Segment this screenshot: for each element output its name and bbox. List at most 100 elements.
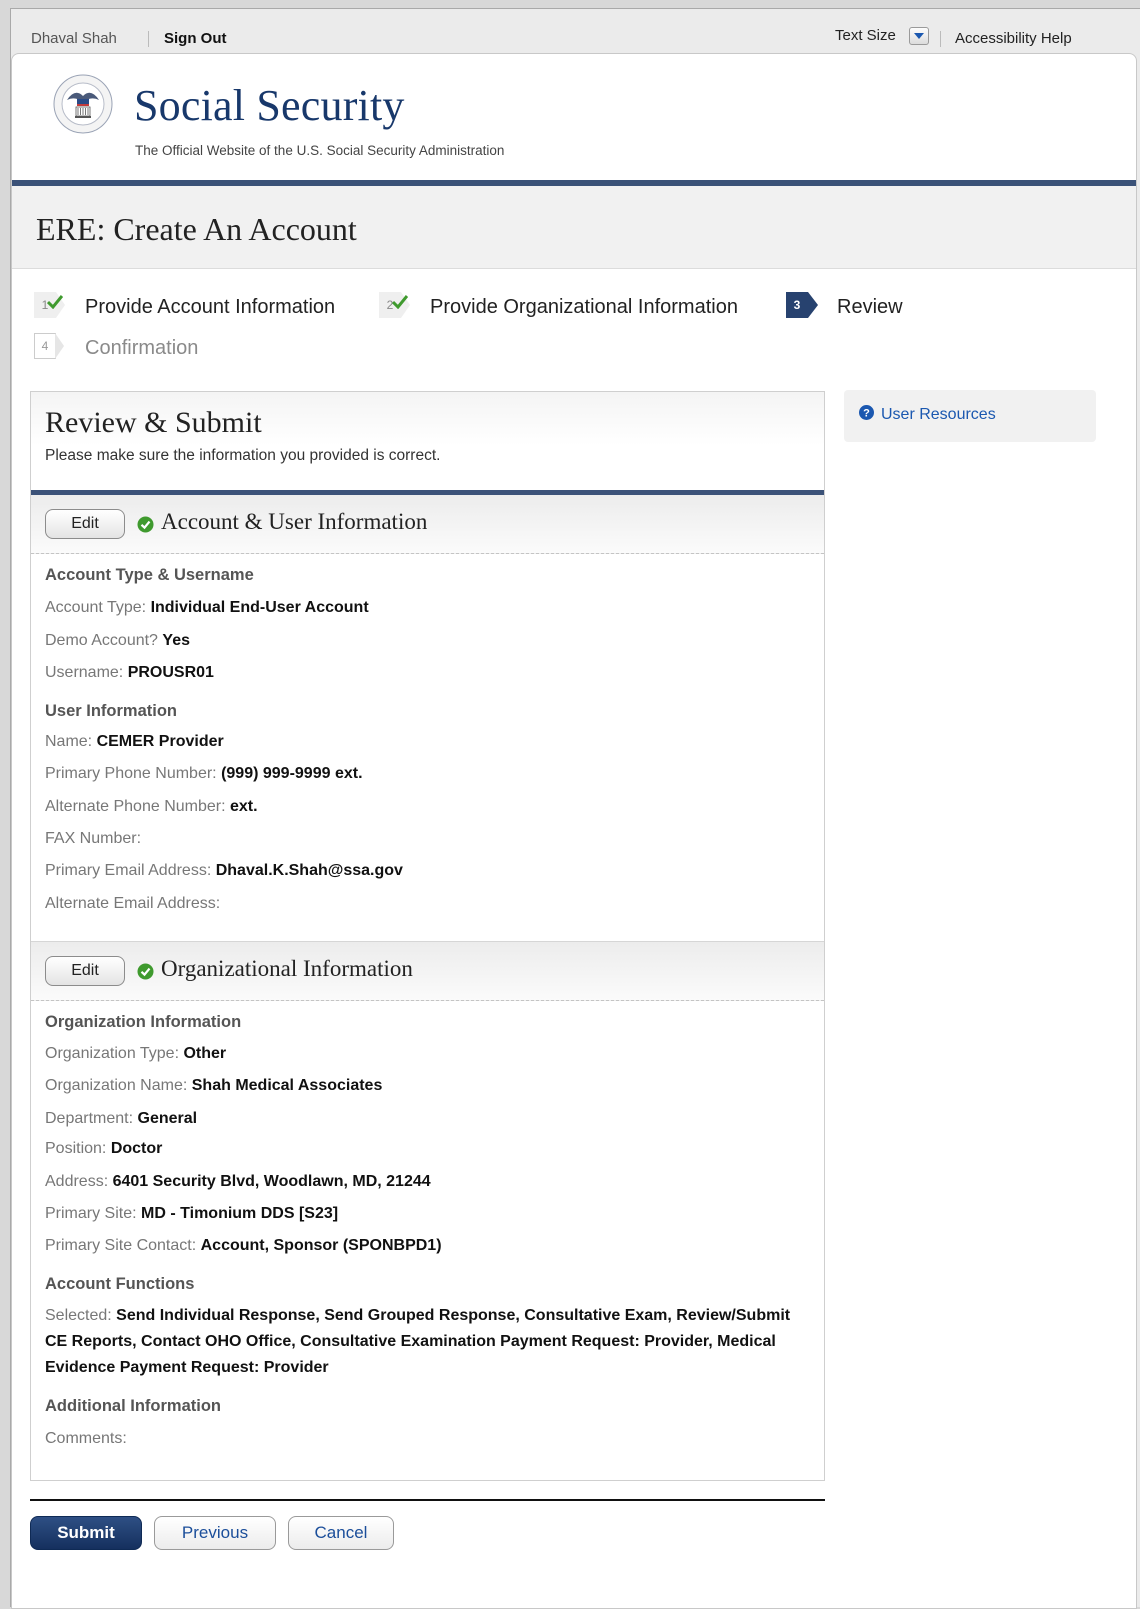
user-resources-link[interactable]: User Resources: [881, 406, 996, 424]
field-label: Alternate Email Address:: [45, 895, 221, 912]
step-label: Provide Organizational Information: [430, 296, 738, 318]
main-panel: Social Security The Official Website of …: [11, 53, 1137, 1609]
step-number: 3: [786, 292, 818, 318]
field-label: FAX Number:: [45, 830, 142, 847]
group-heading: Account Type & Username: [45, 566, 254, 584]
organization-type-row: Organization Type: Other: [45, 1045, 226, 1063]
utility-divider: [148, 31, 149, 47]
accessibility-help-link[interactable]: Accessibility Help: [955, 30, 1072, 47]
field-label: Address:: [45, 1173, 109, 1190]
field-value: Yes: [162, 632, 190, 649]
field-label: Organization Type:: [45, 1045, 180, 1062]
field-value: ext.: [230, 798, 258, 815]
group-heading: Organization Information: [45, 1013, 242, 1031]
text-size-dropdown-button[interactable]: [909, 27, 929, 45]
edit-organization-button[interactable]: Edit: [45, 956, 125, 986]
site-title[interactable]: Social Security: [134, 80, 405, 131]
field-label: Organization Name:: [45, 1077, 188, 1094]
alternate-email-row: Alternate Email Address:: [45, 895, 220, 913]
step-number: 4: [34, 333, 64, 359]
field-value: Dhaval.K.Shah@ssa.gov: [215, 862, 403, 879]
field-value: Account, Sponsor (SPONBPD1): [200, 1237, 442, 1254]
field-value: Send Individual Response, Send Grouped R…: [45, 1307, 791, 1376]
field-value: CEMER Provider: [96, 733, 224, 750]
site-tagline: The Official Website of the U.S. Social …: [135, 143, 505, 158]
chevron-down-icon: [914, 33, 924, 39]
sign-out-link[interactable]: Sign Out: [164, 30, 227, 47]
review-subtitle: Please make sure the information you pro…: [45, 447, 441, 464]
field-label: Primary Phone Number:: [45, 765, 217, 782]
edit-account-button[interactable]: Edit: [45, 509, 125, 539]
text-size-label: Text Size: [835, 27, 896, 44]
account-section-header: Edit Account & User Information: [31, 495, 824, 554]
field-label: Comments:: [45, 1430, 127, 1447]
field-label: Selected:: [45, 1307, 112, 1324]
checkmark-icon: [392, 295, 408, 309]
address-row: Address: 6401 Security Blvd, Woodlawn, M…: [45, 1173, 431, 1191]
primary-site-row: Primary Site: MD - Timonium DDS [S23]: [45, 1205, 338, 1223]
utility-divider: [940, 31, 941, 47]
field-value: 6401 Security Blvd, Woodlawn, MD, 21244: [112, 1173, 431, 1190]
previous-button[interactable]: Previous: [154, 1516, 276, 1550]
review-box: Review & Submit Please make sure the inf…: [30, 391, 825, 1481]
utility-bar: Dhaval Shah Sign Out Text Size Accessibi…: [11, 9, 1140, 59]
selected-functions-row: Selected: Send Individual Response, Send…: [45, 1303, 810, 1381]
field-value: Doctor: [110, 1140, 163, 1157]
step-label: Review: [837, 296, 903, 318]
field-label: Primary Email Address:: [45, 862, 212, 879]
organization-name-row: Organization Name: Shah Medical Associat…: [45, 1077, 382, 1095]
field-value: Individual End-User Account: [150, 599, 369, 616]
fax-row: FAX Number:: [45, 830, 141, 848]
review-title: Review & Submit: [45, 406, 262, 439]
field-value: Other: [183, 1045, 227, 1062]
field-label: Primary Site:: [45, 1205, 137, 1222]
field-label: Account Type:: [45, 599, 147, 616]
svg-text:?: ?: [863, 408, 870, 420]
check-circle-icon: [137, 963, 154, 980]
primary-phone-row: Primary Phone Number: (999) 999-9999 ext…: [45, 765, 363, 783]
field-value: MD - Timonium DDS [S23]: [141, 1205, 339, 1222]
page-title-bar: ERE: Create An Account: [12, 186, 1136, 269]
field-label: Primary Site Contact:: [45, 1237, 197, 1254]
user-resources-panel: ? User Resources: [844, 390, 1096, 442]
primary-site-contact-row: Primary Site Contact: Account, Sponsor (…: [45, 1237, 442, 1255]
step-1: 1 Provide Account Information: [34, 292, 344, 324]
username-row: Username: PROUSR01: [45, 664, 214, 682]
checkmark-icon: [47, 295, 63, 309]
field-label: Department:: [45, 1110, 134, 1127]
signed-in-user: Dhaval Shah: [31, 30, 117, 47]
site-header: Social Security The Official Website of …: [12, 54, 1136, 180]
alternate-phone-row: Alternate Phone Number: ext.: [45, 798, 258, 816]
step-2: 2 Provide Organizational Information: [379, 292, 769, 324]
demo-account-row: Demo Account? Yes: [45, 632, 190, 650]
review-header: Review & Submit Please make sure the inf…: [31, 392, 824, 490]
account-section-title: Account & User Information: [161, 509, 428, 534]
check-circle-icon: [137, 516, 154, 533]
step-4: 4 Confirmation: [34, 333, 234, 365]
field-label: Username:: [45, 664, 124, 681]
field-value: PROUSR01: [127, 664, 214, 681]
field-value: (999) 999-9999 ext.: [221, 765, 363, 782]
position-row: Position: Doctor: [45, 1140, 162, 1158]
ssa-seal-icon: [53, 74, 113, 134]
primary-email-row: Primary Email Address: Dhaval.K.Shah@ssa…: [45, 862, 403, 880]
cancel-button[interactable]: Cancel: [288, 1516, 394, 1550]
name-row: Name: CEMER Provider: [45, 733, 224, 751]
submit-button[interactable]: Submit: [30, 1516, 142, 1550]
page-title: ERE: Create An Account: [36, 211, 357, 247]
field-label: Demo Account?: [45, 632, 158, 649]
group-heading: Account Functions: [45, 1275, 195, 1293]
step-3: 3 Review: [786, 292, 926, 324]
department-row: Department: General: [45, 1110, 197, 1128]
group-heading: Additional Information: [45, 1397, 221, 1415]
browser-frame: Dhaval Shah Sign Out Text Size Accessibi…: [10, 8, 1140, 1609]
step-label: Provide Account Information: [85, 296, 336, 318]
actions-divider: [30, 1499, 825, 1501]
comments-row: Comments:: [45, 1430, 127, 1448]
organization-section-header: Edit Organizational Information: [31, 942, 824, 1001]
account-type-row: Account Type: Individual End-User Accoun…: [45, 599, 369, 617]
field-value: General: [137, 1110, 198, 1127]
field-value: Shah Medical Associates: [191, 1077, 383, 1094]
group-heading: User Information: [45, 702, 178, 720]
field-label: Name:: [45, 733, 93, 750]
